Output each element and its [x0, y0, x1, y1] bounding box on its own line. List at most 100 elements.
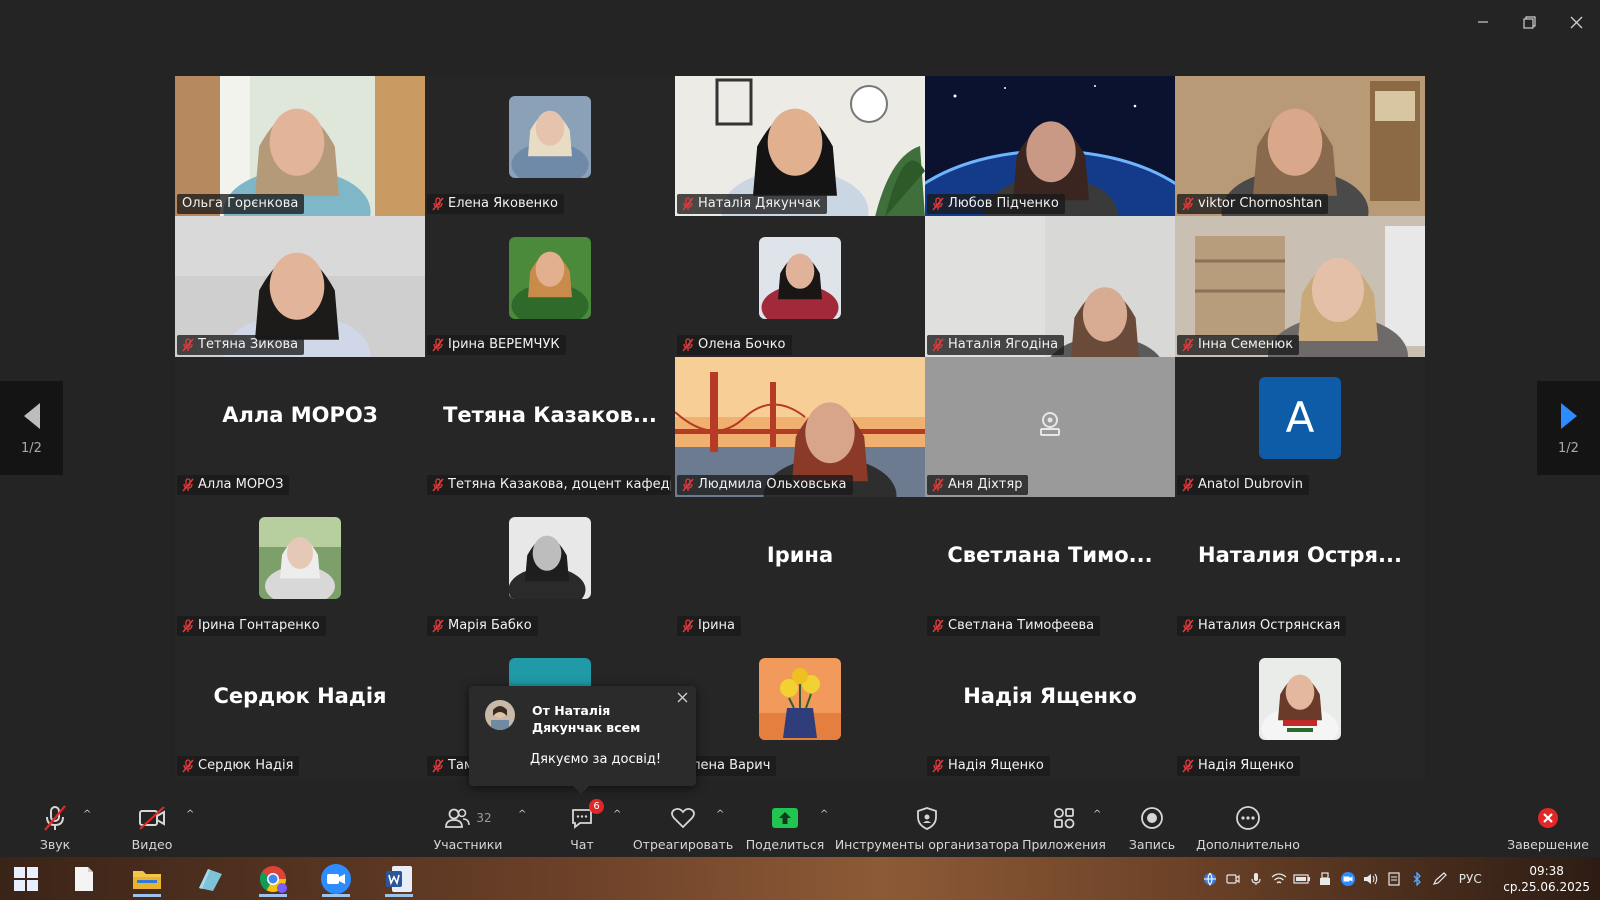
- bluetooth-icon[interactable]: [1405, 857, 1428, 900]
- participant-name-tag: Наталія Дякунчак: [677, 194, 827, 215]
- participant-avatar: [509, 96, 591, 179]
- chat-button[interactable]: 6 Чат: [564, 795, 604, 857]
- participant-name-tag: Надія Ященко: [927, 755, 1050, 776]
- participant-name: Ірина ВЕРЕМЧУК: [448, 336, 560, 352]
- participant-tile[interactable]: A Anatol Dubrovin: [1175, 356, 1425, 498]
- zoom-tray-icon[interactable]: [1336, 857, 1359, 900]
- participant-name: Надія Ященко: [948, 757, 1044, 773]
- previous-page-button[interactable]: 1/2: [0, 381, 63, 475]
- audio-button[interactable]: Звук: [36, 795, 74, 857]
- participant-name-tag: Надія Ященко: [1177, 755, 1300, 776]
- participant-tile[interactable]: Сердюк Надія Сердюк Надія: [175, 637, 425, 778]
- taskbar-file-explorer[interactable]: [125, 860, 169, 897]
- taskbar-word[interactable]: [377, 860, 421, 897]
- participant-tile[interactable]: Інна Семенюк: [1175, 216, 1425, 357]
- microphone-icon[interactable]: [1244, 857, 1267, 900]
- video-options-caret[interactable]: ^: [186, 809, 194, 820]
- chat-sender-label: От Наталія Дякунчак всем: [532, 703, 641, 735]
- participant-tile[interactable]: Ірина Гонтаренко: [175, 497, 425, 638]
- share-options-caret[interactable]: ^: [820, 809, 828, 820]
- participant-display-name: Светлана Тимо...: [947, 543, 1153, 568]
- participant-tile[interactable]: Наталія Ягодіна: [925, 216, 1175, 357]
- participant-name-tag: Наталия Острянская: [1177, 615, 1347, 636]
- participant-tile[interactable]: Ірина ВЕРЕМЧУК: [425, 216, 675, 357]
- participant-tile[interactable]: Олена Варич: [675, 637, 925, 778]
- more-dots-icon: [1236, 806, 1260, 830]
- restore-button[interactable]: [1506, 0, 1553, 44]
- meet-now-icon[interactable]: [1221, 857, 1244, 900]
- mic-muted-icon: [932, 759, 944, 773]
- participant-name: Тетяна Зикова: [198, 336, 299, 352]
- participant-tile[interactable]: Марія Бабко: [425, 497, 675, 638]
- taskbar-chrome[interactable]: [251, 860, 295, 897]
- minimize-icon: [1477, 21, 1488, 23]
- taskbar-notepad[interactable]: [62, 860, 106, 897]
- participant-name-tag: Олена Бочко: [677, 334, 792, 355]
- taskbar-drawing-app[interactable]: [188, 860, 232, 897]
- participant-name: Светлана Тимофеева: [948, 617, 1095, 633]
- participant-name-tag: Елена Яковенко: [427, 194, 564, 215]
- chat-popup-close-button[interactable]: [677, 692, 688, 707]
- input-language[interactable]: РУС: [1451, 857, 1489, 900]
- next-page-button[interactable]: 1/2: [1537, 381, 1600, 475]
- mic-muted-icon: [432, 478, 444, 492]
- pen-icon[interactable]: [1428, 857, 1451, 900]
- participant-tile[interactable]: Аня Діхтяр: [925, 356, 1175, 498]
- battery-icon[interactable]: [1290, 857, 1313, 900]
- participant-tile[interactable]: Светлана Тимо... Светлана Тимофеева: [925, 497, 1175, 638]
- participant-name-tag: Тетяна Казакова, доцент кафедри ж...: [427, 475, 671, 496]
- participant-name-tag: Наталія Ягодіна: [927, 334, 1065, 355]
- mic-muted-icon: [1182, 618, 1194, 633]
- participant-tile[interactable]: Олена Бочко: [675, 216, 925, 357]
- speaker-icon[interactable]: [1359, 857, 1382, 900]
- wifi-icon[interactable]: [1267, 857, 1290, 900]
- participants-options-caret[interactable]: ^: [518, 809, 526, 820]
- participant-tile[interactable]: viktor Chornoshtan: [1175, 76, 1425, 217]
- mic-muted-icon: [1182, 759, 1194, 773]
- participant-tile[interactable]: Людмила Ольховська: [675, 356, 925, 498]
- clock[interactable]: 09:38 ср.25.06.2025: [1489, 863, 1600, 895]
- participant-tile[interactable]: Алла МОРОЗ Алла МОРОЗ: [175, 356, 425, 498]
- taskbar-zoom[interactable]: [314, 860, 358, 897]
- word-icon: [386, 865, 412, 892]
- chat-notification-popup[interactable]: От Наталія Дякунчак всем Дякуємо за досв…: [469, 686, 696, 794]
- heart-icon: [671, 807, 695, 829]
- participant-name-tag: Ірина: [677, 615, 742, 636]
- participant-avatar: [1259, 657, 1341, 740]
- participant-tile[interactable]: Ольга Горєнкова: [175, 76, 425, 217]
- react-button[interactable]: Отреагировать: [633, 795, 733, 857]
- minimize-button[interactable]: [1459, 0, 1506, 44]
- react-options-caret[interactable]: ^: [716, 809, 724, 820]
- audio-options-caret[interactable]: ^: [83, 809, 91, 820]
- more-button[interactable]: Дополнительно: [1196, 795, 1300, 857]
- participant-name-tag: viktor Chornoshtan: [1177, 194, 1329, 215]
- usb-device-icon[interactable]: [1313, 857, 1336, 900]
- participant-name-tag: Алла МОРОЗ: [177, 475, 290, 496]
- share-screen-button[interactable]: Поделиться: [746, 795, 824, 857]
- close-window-button[interactable]: [1553, 0, 1600, 44]
- participant-tile[interactable]: Любов Підченко: [925, 76, 1175, 217]
- start-button[interactable]: [4, 860, 48, 897]
- record-button[interactable]: Запись: [1129, 795, 1175, 857]
- video-button[interactable]: Видео: [131, 795, 173, 857]
- network-globe-icon[interactable]: [1198, 857, 1221, 900]
- participant-tile[interactable]: Надія Ященко: [1175, 637, 1425, 778]
- notes-icon[interactable]: [1382, 857, 1405, 900]
- apps-button[interactable]: Приложения: [1022, 795, 1106, 857]
- participant-tile[interactable]: Тетяна Зикова: [175, 216, 425, 357]
- participant-tile[interactable]: Ірина Ірина: [675, 497, 925, 638]
- apps-options-caret[interactable]: ^: [1093, 809, 1101, 820]
- participant-tile[interactable]: Наталия Остря... Наталия Острянская: [1175, 497, 1425, 638]
- end-meeting-button[interactable]: Завершение: [1507, 795, 1589, 857]
- mic-muted-icon: [432, 338, 444, 352]
- mic-muted-icon: [682, 618, 694, 633]
- participant-tile[interactable]: Тетяна Казаков... Тетяна Казакова, доцент…: [425, 356, 675, 498]
- mic-muted-icon: [932, 338, 944, 352]
- participant-tile[interactable]: Наталія Дякунчак: [675, 76, 925, 217]
- participant-tile[interactable]: Елена Яковенко: [425, 76, 675, 217]
- participant-avatar: [759, 236, 841, 319]
- participants-button[interactable]: 32 Участники: [433, 795, 503, 857]
- host-tools-button[interactable]: Инструменты организатора: [835, 795, 1019, 857]
- participant-tile[interactable]: Надія Ященко Надія Ященко: [925, 637, 1175, 778]
- chat-options-caret[interactable]: ^: [613, 809, 621, 820]
